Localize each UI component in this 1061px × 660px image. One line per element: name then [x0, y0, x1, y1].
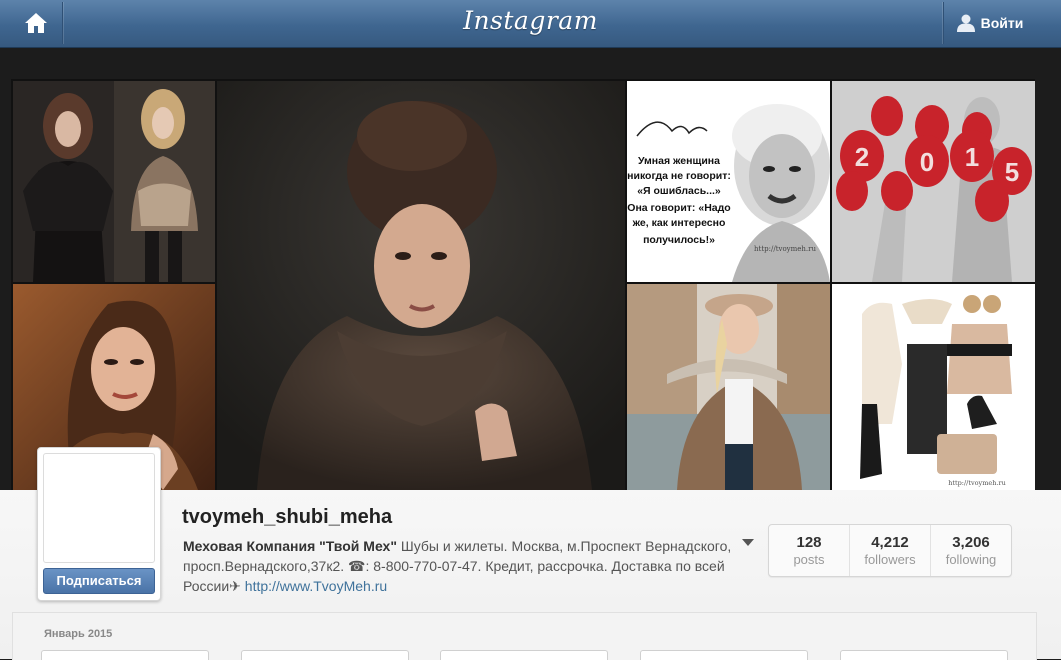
fur-vest-collage-photo[interactable]: http://tvoymeh.ru — [832, 284, 1035, 490]
balloon-digit: 2 — [855, 142, 869, 172]
woman-fur-coat-photo[interactable] — [217, 81, 625, 490]
balloons-2015-photo[interactable]: 2 0 1 5 — [832, 81, 1035, 282]
subscribe-button[interactable]: Подписаться — [43, 568, 155, 594]
quote-line: Она говорит: «Надо — [627, 202, 730, 214]
options-dropdown-icon[interactable] — [742, 539, 754, 546]
marilyn-quote-photo[interactable]: Умная женщина никогда не говорит: «Я оши… — [627, 81, 830, 282]
followers-label: followers — [864, 552, 916, 567]
followers-count[interactable]: 4,212 followers — [849, 525, 930, 576]
quote-line: Умная женщина — [638, 155, 720, 167]
profile-username: tvoymeh_shubi_meha — [182, 506, 393, 528]
avatar-frame: Подписаться — [37, 447, 161, 601]
bio-website-link[interactable]: http://www.TvoyMeh.ru — [245, 578, 387, 594]
instagram-logo[interactable]: Instagram — [0, 6, 1061, 35]
posts-count[interactable]: 128 posts — [769, 525, 849, 576]
login-button[interactable]: Войти — [943, 2, 1036, 44]
balloon-digit: 1 — [965, 142, 979, 172]
quote-line: никогда не говорит: — [627, 170, 731, 182]
quote-watermark: http://tvoymeh.ru — [754, 245, 816, 253]
quote-line: получилось!» — [643, 234, 715, 246]
login-label: Войти — [980, 15, 1024, 31]
user-icon — [956, 14, 975, 32]
followers-value: 4,212 — [871, 534, 909, 551]
following-label: following — [945, 552, 997, 567]
posts-value: 128 — [796, 534, 822, 551]
quote-line: же, как интересно — [632, 217, 726, 229]
balloon-digit: 5 — [1005, 157, 1019, 187]
collage-watermark: http://tvoymeh.ru — [948, 479, 1006, 487]
profile-banner: Умная женщина никогда не говорит: «Я оши… — [11, 79, 1035, 490]
quote-line: «Я ошиблась...» — [637, 185, 721, 197]
venice-fur-photo[interactable] — [627, 284, 830, 490]
following-value: 3,206 — [952, 534, 990, 551]
profile-stats: 128 posts 4,212 followers 3,206 followin… — [768, 524, 1012, 577]
balloon-digit: 0 — [920, 147, 934, 177]
following-count[interactable]: 3,206 following — [930, 525, 1011, 576]
avatar[interactable] — [43, 453, 155, 563]
bio-company-name: Меховая Компания "Твой Мех" — [183, 538, 397, 554]
profile-bio: Меховая Компания "Твой Мех" Шубы и жилет… — [183, 536, 743, 596]
feed-month-label: Январь 2015 — [44, 628, 113, 640]
posts-label: posts — [793, 552, 825, 567]
top-navigation-bar: Instagram Войти — [0, 0, 1061, 48]
runway-furs-photo[interactable] — [13, 81, 215, 282]
